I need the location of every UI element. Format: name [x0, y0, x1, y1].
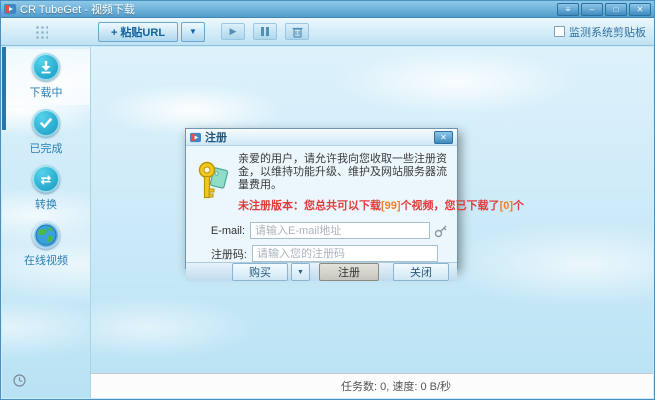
sidebar-item-downloading[interactable]: 下载中 — [2, 49, 90, 105]
dialog-icon — [190, 132, 201, 143]
status-text: 任务数: 0, 速度: 0 B/秒 — [341, 378, 451, 394]
globe-icon — [32, 221, 60, 249]
email-field[interactable] — [250, 222, 430, 239]
sidebar: 下载中 已完成 ⇄ 转换 — [2, 47, 90, 398]
small-key-icon — [434, 224, 448, 238]
monitor-clipboard-label: 监测系统剪贴板 — [569, 24, 646, 40]
pause-icon — [261, 27, 269, 36]
sidebar-item-convert[interactable]: ⇄ 转换 — [2, 161, 90, 217]
content-area: 下载中 已完成 ⇄ 转换 — [2, 47, 653, 398]
toolbar: + 粘贴URL ▼ ▶ 监测系统剪贴板 — [1, 18, 654, 46]
downloaded-count-value: [0] — [500, 200, 513, 212]
sidebar-item-completed[interactable]: 已完成 — [2, 105, 90, 161]
dialog-close-icon[interactable]: ✕ — [434, 131, 453, 144]
window-titlebar[interactable]: CR TubeGet - 视频下载 ≡ – □ ✕ — [1, 1, 654, 18]
sidebar-item-label: 已完成 — [30, 140, 63, 156]
minimize-icon[interactable]: – — [581, 3, 603, 16]
regcode-field[interactable] — [252, 245, 438, 262]
dialog-warning-text: 未注册版本：您总共可以下载[99]个视频，您已下载了[0]个 — [238, 197, 449, 213]
window-controls: ≡ – □ ✕ — [557, 3, 651, 16]
close-icon[interactable]: ✕ — [629, 3, 651, 16]
email-row: E-mail: — [194, 222, 449, 239]
status-bar: 任务数: 0, 速度: 0 B/秒 — [91, 373, 653, 398]
pause-button[interactable] — [253, 23, 277, 40]
trash-icon — [292, 26, 303, 38]
register-button[interactable]: 注册 — [319, 263, 379, 281]
download-icon — [32, 53, 60, 81]
play-icon: ▶ — [230, 27, 237, 36]
paste-url-dropdown-icon[interactable]: ▼ — [181, 22, 205, 42]
dialog-body: 亲爱的用户，请允许我向您收取一些注册资金，以维持功能升级、维护及网站服务器流量费… — [186, 146, 457, 262]
dialog-intro-text: 亲爱的用户，请允许我向您收取一些注册资金，以维持功能升级、维护及网站服务器流量费… — [238, 153, 450, 192]
convert-arrows-icon: ⇄ — [32, 165, 60, 193]
checkbox-icon[interactable] — [554, 26, 565, 37]
sidebar-item-label: 下载中 — [30, 84, 63, 100]
toolbar-grip-icon[interactable] — [35, 25, 48, 39]
window-title: CR TubeGet - 视频下载 — [20, 1, 135, 17]
regcode-label: 注册码: — [194, 246, 252, 262]
regcode-row: 注册码: — [194, 245, 449, 262]
buy-button[interactable]: 购买 — [232, 263, 288, 281]
scheduler-clock-icon[interactable] — [13, 374, 26, 392]
menu-icon[interactable]: ≡ — [557, 3, 579, 16]
main-panel: 任务数: 0, 速度: 0 B/秒 注册 ✕ — [90, 47, 653, 398]
download-limit-value: [99] — [381, 200, 401, 212]
delete-button[interactable] — [285, 23, 309, 40]
app-window: CR TubeGet - 视频下载 ≡ – □ ✕ + 粘贴URL ▼ ▶ — [0, 0, 655, 400]
buy-dropdown-icon[interactable]: ▼ — [291, 263, 310, 281]
key-icon — [196, 160, 232, 202]
dialog-titlebar[interactable]: 注册 ✕ — [186, 129, 457, 146]
paste-url-button[interactable]: + 粘贴URL — [98, 22, 178, 42]
monitor-clipboard-checkbox[interactable]: 监测系统剪贴板 — [554, 24, 646, 40]
task-action-buttons: ▶ — [221, 23, 309, 40]
sidebar-item-label: 转换 — [35, 196, 57, 212]
email-label: E-mail: — [194, 225, 250, 237]
paste-url-group: + 粘贴URL ▼ — [98, 22, 205, 42]
get-key-button[interactable] — [434, 223, 449, 239]
sidebar-item-online-video[interactable]: 在线视频 — [2, 217, 90, 273]
close-dialog-button[interactable]: 关闭 — [393, 263, 449, 281]
start-button[interactable]: ▶ — [221, 23, 245, 40]
maximize-icon[interactable]: □ — [605, 3, 627, 16]
app-icon — [4, 3, 16, 15]
dialog-footer: 购买 ▼ 注册 关闭 — [186, 262, 457, 281]
dialog-title: 注册 — [205, 129, 227, 145]
check-icon — [32, 109, 60, 137]
sidebar-item-label: 在线视频 — [24, 252, 68, 268]
registration-dialog: 注册 ✕ 亲爱的用户，请允许我向您收取一些注册资金，以维持功能升级、维护及网站服… — [185, 128, 458, 269]
